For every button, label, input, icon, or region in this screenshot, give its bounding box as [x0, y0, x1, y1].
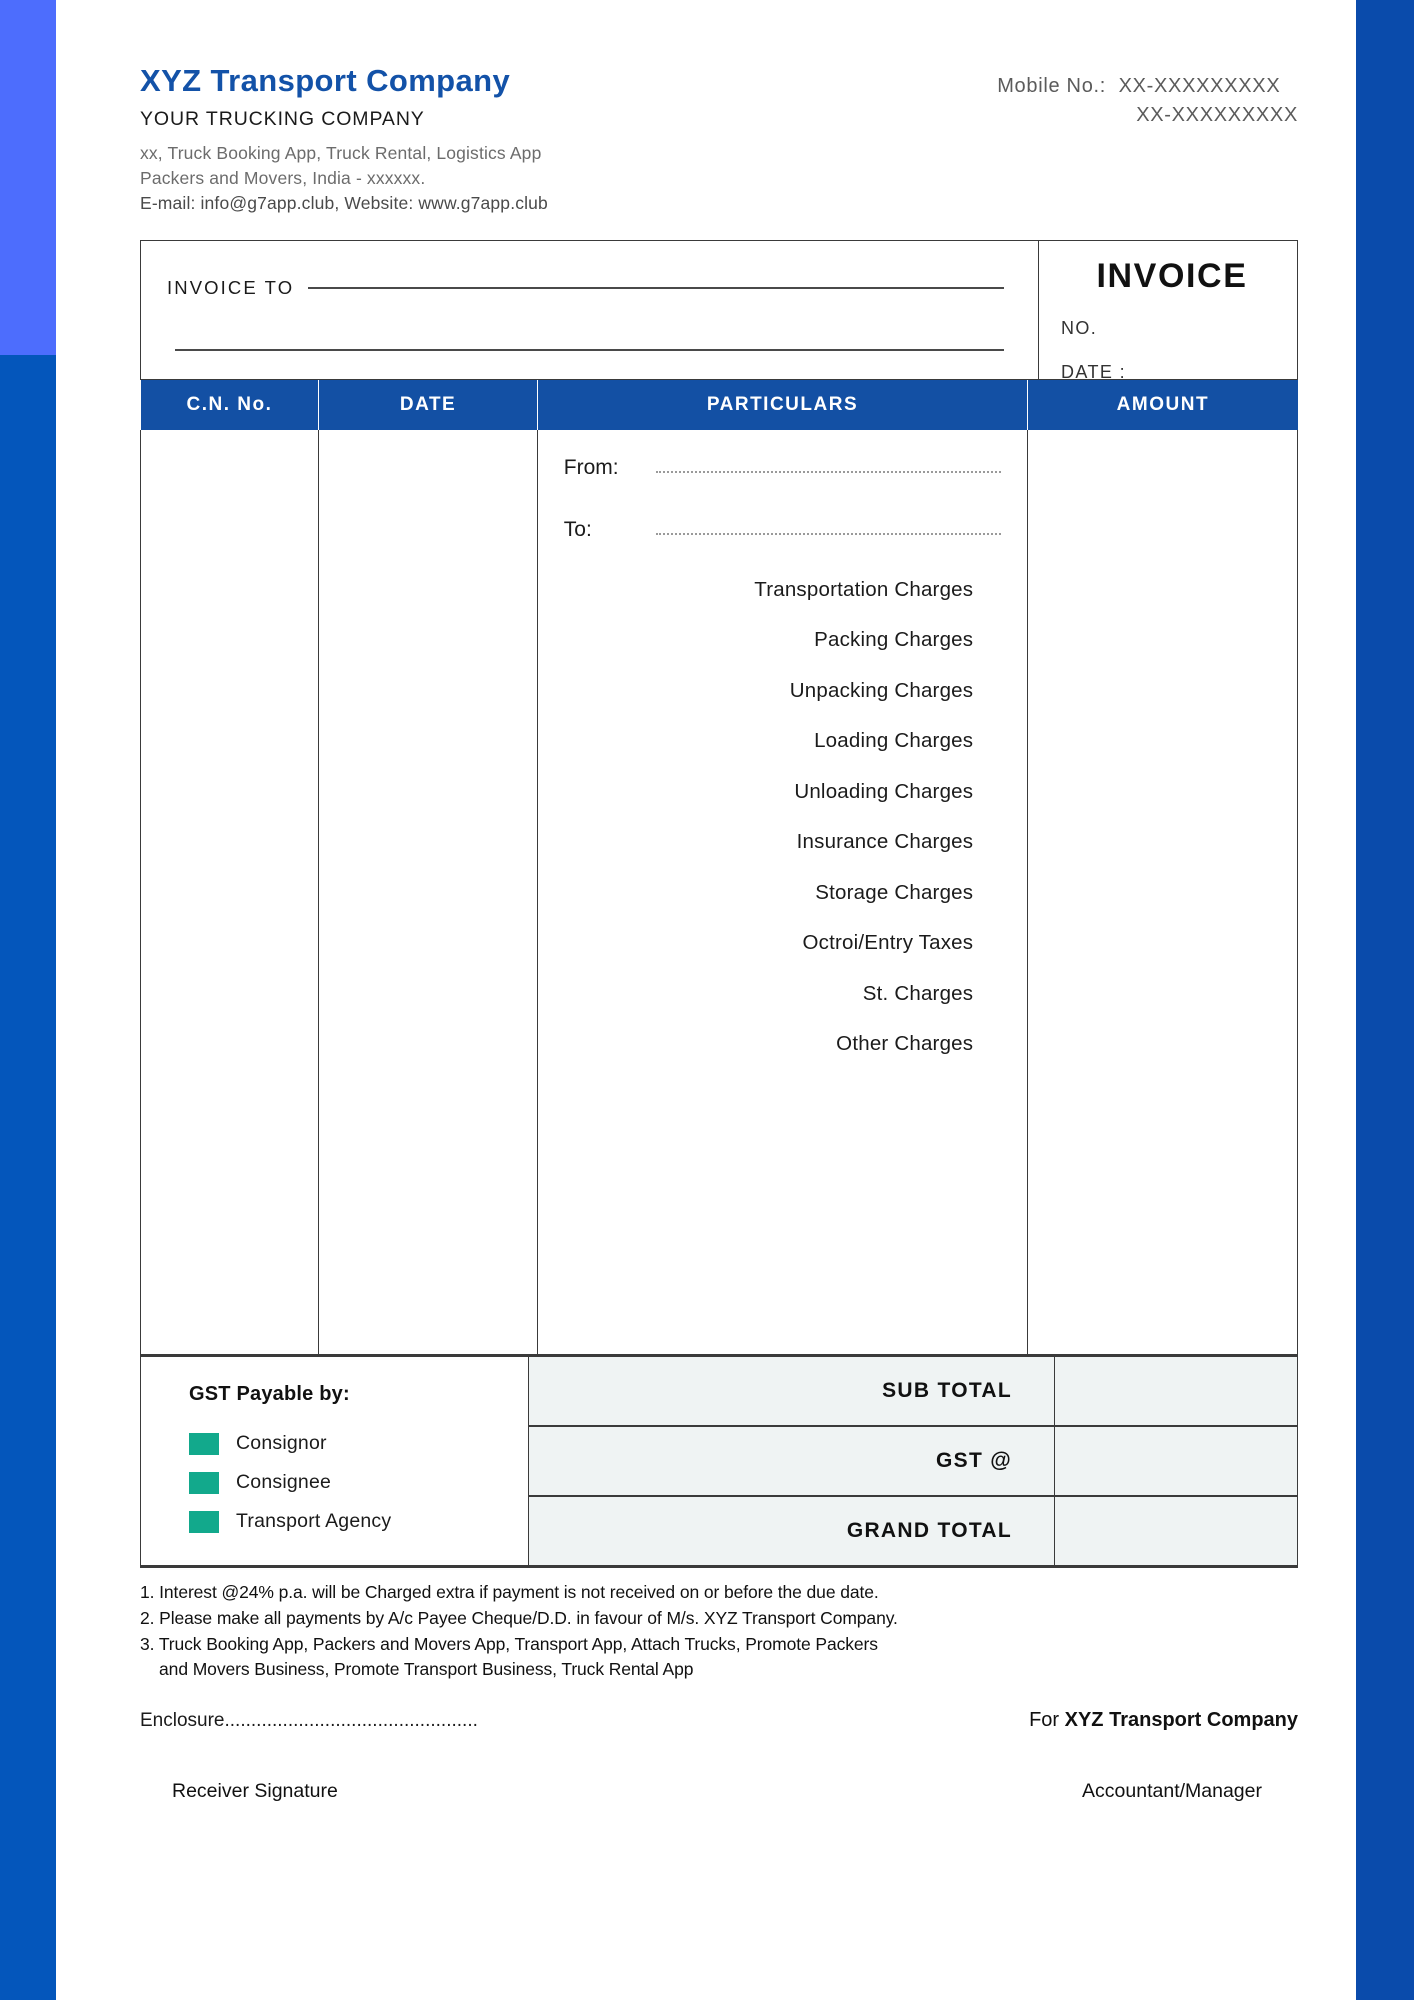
gst-option-consignee[interactable]: Consignee: [189, 1471, 528, 1494]
invoice-to-input-line-2[interactable]: [175, 348, 1004, 351]
company-block: XYZ Transport Company YOUR TRUCKING COMP…: [140, 62, 548, 216]
to-row: To:: [563, 517, 1002, 542]
decor-bar-left-bottom: [0, 355, 56, 2000]
from-row: From:: [563, 455, 1002, 480]
accountant-manager-label: Accountant/Manager: [1082, 1780, 1262, 1803]
gst-option-consignor[interactable]: Consignor: [189, 1432, 528, 1455]
column-header-cn-no: C.N. No.: [140, 379, 320, 430]
for-prefix: For: [1029, 1709, 1065, 1732]
company-address-line-1: xx, Truck Booking App, Truck Rental, Log…: [140, 143, 542, 164]
invoice-date-label: DATE :: [1061, 361, 1127, 382]
sub-total-value[interactable]: [1055, 1357, 1297, 1425]
column-header-date: DATE: [318, 379, 538, 430]
gst-rate-row: GST @: [529, 1425, 1297, 1496]
from-label: From:: [563, 455, 619, 479]
charge-item: Transportation Charges: [754, 577, 974, 601]
table-header-row: C.N. No. DATE PARTICULARS AMOUNT: [140, 379, 1298, 430]
receiver-signature-label: Receiver Signature: [172, 1780, 338, 1803]
company-address: xx, Truck Booking App, Truck Rental, Log…: [140, 141, 548, 216]
column-header-amount: AMOUNT: [1027, 379, 1298, 430]
invoice-title: INVOICE: [1096, 256, 1248, 295]
invoice-to-input-line[interactable]: [308, 286, 1004, 289]
invoice-to-row-2: [167, 348, 1004, 351]
term-line-3: 3. Truck Booking App, Packers and Movers…: [140, 1633, 878, 1654]
gst-option-label: Consignor: [236, 1432, 327, 1455]
company-tagline: YOUR TRUCKING COMPANY: [140, 108, 425, 131]
grand-total-label: GRAND TOTAL: [529, 1497, 1055, 1566]
gst-option-label: Consignee: [236, 1471, 332, 1494]
from-input-line[interactable]: [655, 471, 1002, 474]
invoice-no-field[interactable]: NO.: [1061, 318, 1297, 339]
charge-item: Loading Charges: [814, 729, 974, 753]
gst-option-label: Transport Agency: [236, 1510, 392, 1533]
term-line-2: 2. Please make all payments by A/c Payee…: [140, 1607, 898, 1628]
charge-item: Octroi/Entry Taxes: [802, 931, 974, 955]
grand-total-value[interactable]: [1055, 1497, 1297, 1565]
invoice-to-label: INVOICE TO: [167, 276, 295, 298]
cell-date[interactable]: [318, 429, 538, 1356]
mobile-row-2: XX-XXXXXXXXX: [997, 101, 1298, 130]
invoice-page: XYZ Transport Company YOUR TRUCKING COMP…: [0, 0, 1414, 2000]
mobile-label: Mobile No.:: [997, 75, 1107, 97]
enclosure-row: Enclosure...............................…: [140, 1709, 1298, 1732]
term-line-4: and Movers Business, Promote Transport B…: [140, 1659, 694, 1680]
grand-total-row: GRAND TOTAL: [529, 1495, 1297, 1566]
checkbox-icon[interactable]: [189, 1471, 219, 1494]
mobile-block: Mobile No.: XX-XXXXXXXXX XX-XXXXXXXXX: [997, 62, 1298, 130]
for-company-name: XYZ Transport Company: [1064, 1709, 1298, 1732]
invoice-date-field[interactable]: DATE :: [1061, 362, 1297, 383]
gst-rate-label: GST @: [529, 1427, 1055, 1496]
invoice-footer-section: GST Payable by: Consignor Consignee Tran…: [140, 1355, 1298, 1569]
cell-particulars: From: To: Transportation Charges Packing…: [536, 429, 1029, 1356]
gst-option-transport-agency[interactable]: Transport Agency: [189, 1510, 528, 1533]
charge-item: Unloading Charges: [794, 779, 974, 803]
charge-item: St. Charges: [862, 981, 974, 1005]
mobile-number-1: XX-XXXXXXXXX: [1118, 75, 1281, 97]
mobile-row-1: Mobile No.: XX-XXXXXXXXX: [997, 72, 1298, 101]
to-label: To:: [563, 517, 592, 541]
sub-total-label: SUB TOTAL: [529, 1357, 1055, 1426]
gst-payable-pane: GST Payable by: Consignor Consignee Tran…: [141, 1355, 529, 1566]
invoice-header: XYZ Transport Company YOUR TRUCKING COMP…: [56, 0, 1356, 216]
gst-rate-value[interactable]: [1055, 1427, 1297, 1495]
mobile-number-2: XX-XXXXXXXXX: [1136, 104, 1298, 126]
enclosure-field[interactable]: Enclosure...............................…: [140, 1710, 478, 1732]
gst-payable-title: GST Payable by:: [189, 1383, 350, 1406]
decor-bar-left-top: [0, 0, 56, 355]
terms-and-conditions: 1. Interest @24% p.a. will be Charged ex…: [140, 1580, 1298, 1683]
company-address-line-2: Packers and Movers, India - xxxxxx.: [140, 168, 426, 189]
for-company-line: For XYZ Transport Company: [1029, 1709, 1298, 1732]
to-input-line[interactable]: [655, 533, 1002, 536]
sub-total-row: SUB TOTAL: [529, 1355, 1297, 1426]
totals-pane: SUB TOTAL GST @ GRAND TOTAL: [529, 1355, 1297, 1566]
invoice-sheet: XYZ Transport Company YOUR TRUCKING COMP…: [56, 0, 1356, 2000]
term-line-1: 1. Interest @24% p.a. will be Charged ex…: [140, 1582, 879, 1603]
column-header-particulars: PARTICULARS: [537, 379, 1029, 430]
company-name: XYZ Transport Company: [140, 63, 511, 98]
company-contact-line: E-mail: info@g7app.club, Website: www.g7…: [140, 192, 548, 213]
checkbox-icon[interactable]: [189, 1510, 219, 1533]
cell-amount[interactable]: [1027, 429, 1298, 1356]
invoice-to-pane: INVOICE TO: [141, 240, 1039, 379]
charges-list: Transportation Charges Packing Charges U…: [564, 577, 1001, 1056]
signature-row: Receiver Signature Accountant/Manager: [172, 1780, 1298, 1803]
table-row: From: To: Transportation Charges Packing…: [139, 429, 1298, 1356]
charge-item: Other Charges: [836, 1032, 974, 1056]
cell-cn-no[interactable]: [139, 429, 320, 1356]
charge-item: Packing Charges: [814, 628, 974, 652]
invoice-to-box: INVOICE TO INVOICE NO. DATE :: [140, 239, 1298, 382]
decor-bar-right: [1356, 0, 1414, 2000]
checkbox-icon[interactable]: [189, 1432, 219, 1455]
charge-item: Insurance Charges: [796, 830, 974, 854]
charge-item: Storage Charges: [815, 880, 974, 904]
invoice-no-label: NO.: [1061, 317, 1098, 338]
charge-item: Unpacking Charges: [789, 678, 974, 702]
invoice-items-table: C.N. No. DATE PARTICULARS AMOUNT From: T…: [139, 379, 1298, 1356]
invoice-meta-pane: INVOICE NO. DATE :: [1039, 241, 1297, 382]
invoice-to-row: INVOICE TO: [167, 277, 1004, 299]
